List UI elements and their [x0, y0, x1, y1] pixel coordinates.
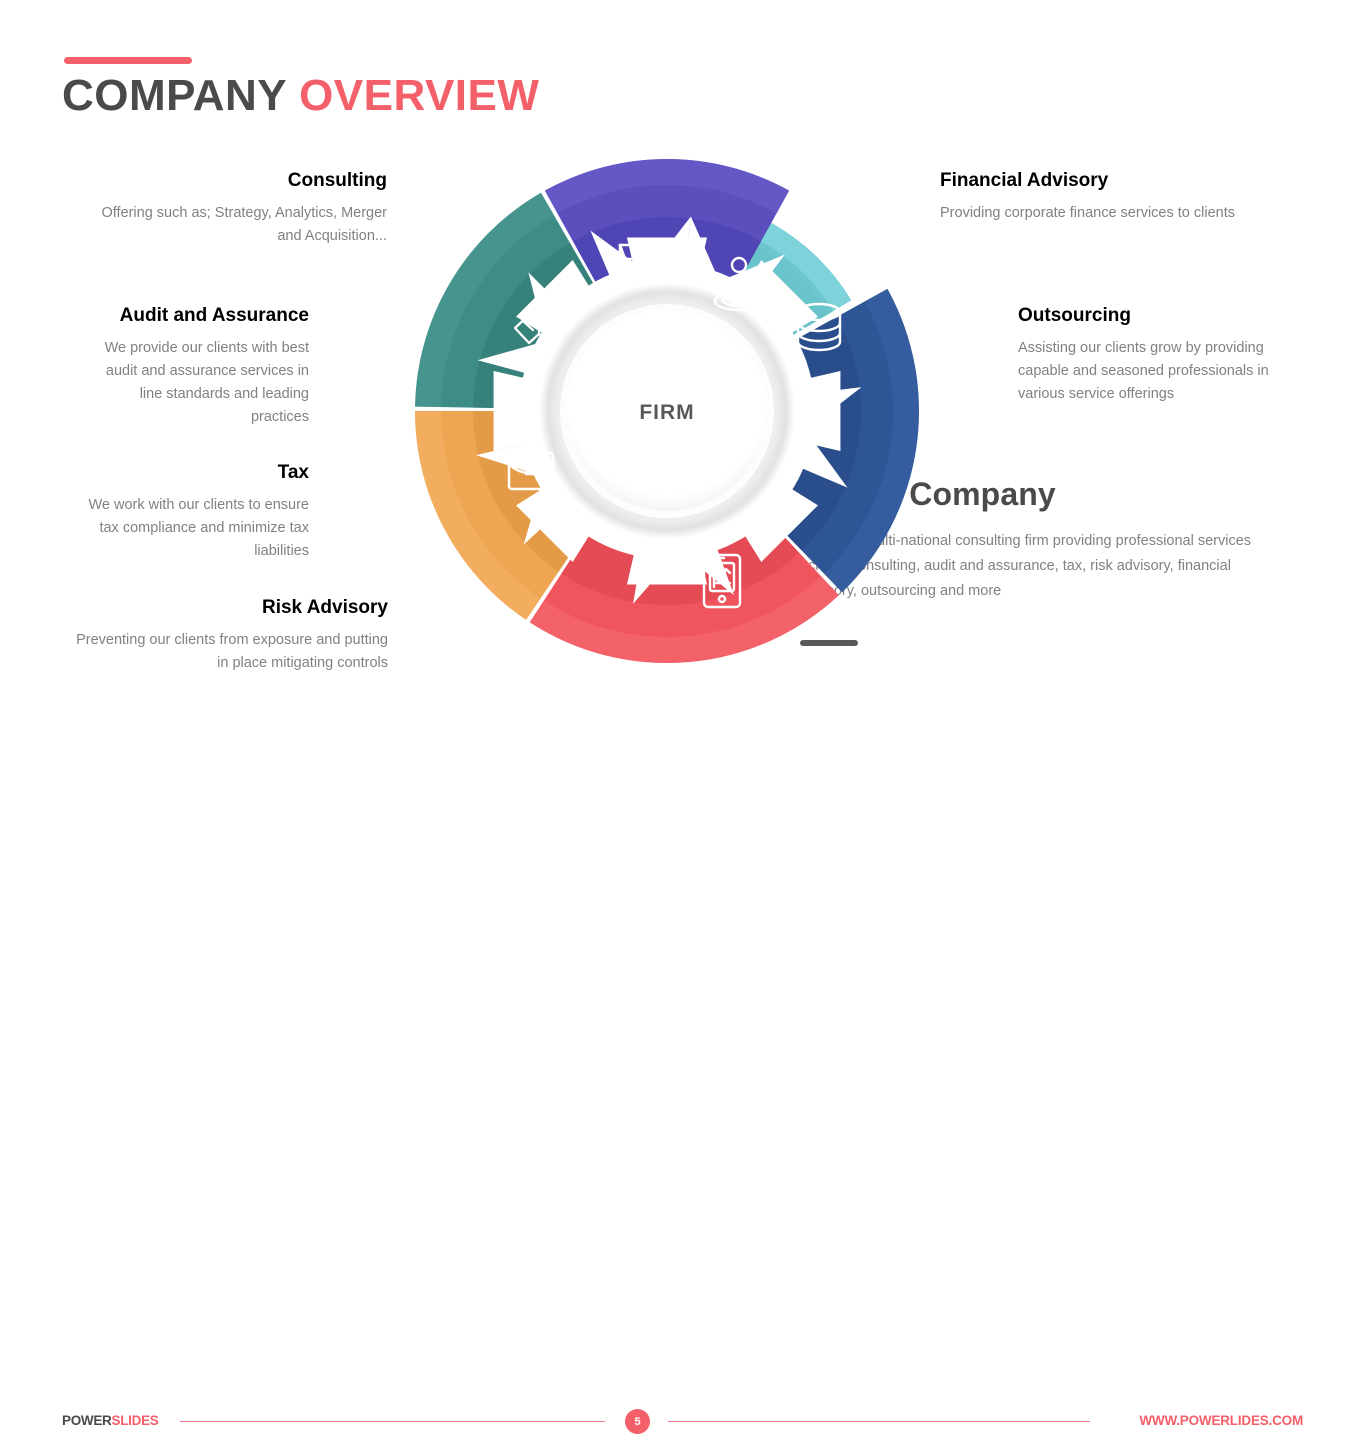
- page-title: COMPANY OVERVIEW: [62, 71, 540, 120]
- page-number-badge: 5: [625, 1409, 650, 1434]
- title-accent-rule: [64, 57, 192, 64]
- website-url: WWW.POWERLIDES.COM: [1139, 1413, 1303, 1428]
- footer-divider-left: [180, 1421, 605, 1422]
- info-block-risk-advisory: Risk Advisory Preventing our clients fro…: [70, 597, 388, 675]
- info-block-audit-and-assurance: Audit and Assurance We provide our clien…: [85, 305, 309, 428]
- brand-logo: POWERSLIDES: [62, 1413, 159, 1428]
- info-block-consulting: Consulting Offering such as; Strategy, A…: [85, 170, 387, 248]
- info-body-risk-advisory: Preventing our clients from exposure and…: [76, 631, 388, 671]
- info-title-tax: Tax: [277, 462, 309, 483]
- center-label: FIRM: [639, 401, 694, 424]
- info-block-outsourcing: Outsourcing Assisting our clients grow b…: [1018, 305, 1308, 406]
- info-title-audit-and-assurance: Audit and Assurance: [119, 305, 309, 326]
- slide-canvas: COMPANY OVERVIEW Consulting Offering suc…: [0, 0, 1365, 1434]
- page-title-part-1: COMPANY: [62, 71, 300, 120]
- info-body-financial-advisory: Providing corporate finance services to …: [940, 204, 1235, 221]
- gear-wheel-diagram: FIRM: [415, 159, 919, 663]
- info-block-financial-advisory: Financial Advisory Providing corporate f…: [940, 170, 1270, 225]
- info-body-tax: We work with our clients to ensure tax c…: [88, 496, 309, 559]
- info-body-consulting: Offering such as; Strategy, Analytics, M…: [101, 204, 387, 244]
- info-body-outsourcing: Assisting our clients grow by providing …: [1018, 339, 1269, 402]
- info-title-financial-advisory: Financial Advisory: [940, 170, 1109, 191]
- page-title-part-2: OVERVIEW: [299, 71, 540, 120]
- info-title-outsourcing: Outsourcing: [1018, 305, 1131, 326]
- slide-footer: POWERSLIDES 5 WWW.POWERLIDES.COM: [0, 697, 1365, 1434]
- info-body-audit-and-assurance: We provide our clients with best audit a…: [104, 339, 309, 425]
- brand-logo-part-2: SLIDES: [111, 1413, 159, 1428]
- info-block-tax: Tax We work with our clients to ensure t…: [85, 462, 309, 563]
- brand-logo-part-1: POWER: [62, 1413, 112, 1428]
- info-title-risk-advisory: Risk Advisory: [261, 597, 388, 618]
- info-title-consulting: Consulting: [287, 170, 387, 191]
- footer-divider-right: [668, 1421, 1090, 1422]
